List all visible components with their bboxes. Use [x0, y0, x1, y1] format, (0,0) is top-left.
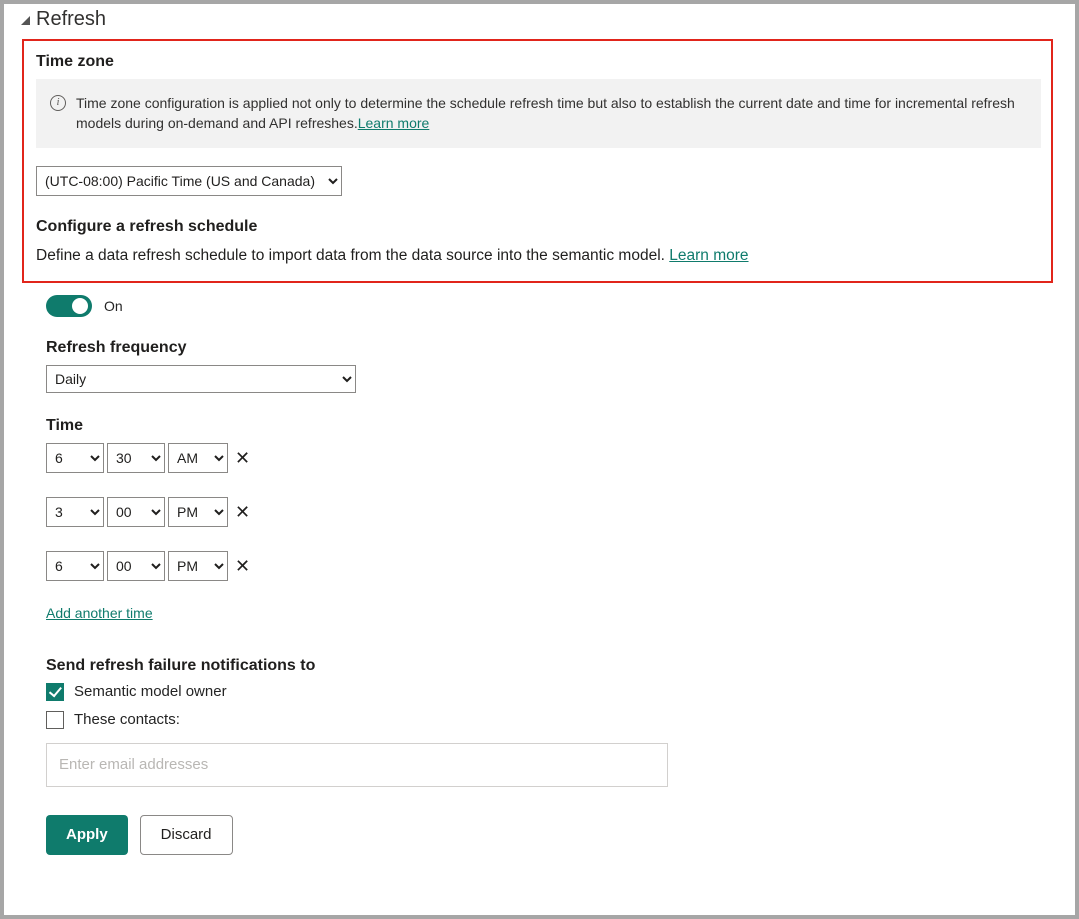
time-ampm-select[interactable]: PM [168, 497, 228, 527]
time-minute-select[interactable]: 00 [107, 551, 165, 581]
schedule-title: Configure a refresh schedule [36, 218, 1041, 236]
schedule-toggle-label: On [104, 298, 123, 314]
time-minute-select[interactable]: 00 [107, 497, 165, 527]
remove-time-icon[interactable]: ✕ [233, 503, 252, 521]
notify-owner-row: Semantic model owner [46, 683, 1053, 701]
contacts-email-input[interactable] [46, 743, 668, 787]
schedule-learn-more-link[interactable]: Learn more [669, 247, 748, 264]
notify-owner-label: Semantic model owner [74, 683, 227, 700]
time-row-2: 6 00 PM ✕ [46, 551, 1053, 581]
time-ampm-select[interactable]: PM [168, 551, 228, 581]
time-minute-select[interactable]: 30 [107, 443, 165, 473]
button-row: Apply Discard [46, 815, 1053, 855]
apply-button[interactable]: Apply [46, 815, 128, 855]
notify-contacts-row: These contacts: [46, 711, 1053, 729]
timezone-learn-more-link[interactable]: Learn more [358, 115, 430, 131]
notify-contacts-label: These contacts: [74, 711, 180, 728]
time-ampm-select[interactable]: AM [168, 443, 228, 473]
frequency-select[interactable]: Daily [46, 365, 356, 393]
discard-button[interactable]: Discard [140, 815, 233, 855]
info-icon: i [50, 95, 66, 111]
refresh-settings-panel: Refresh Time zone i Time zone configurat… [4, 4, 1075, 915]
collapse-icon [18, 13, 32, 27]
timezone-select[interactable]: (UTC-08:00) Pacific Time (US and Canada) [36, 166, 342, 196]
section-header[interactable]: Refresh [18, 8, 1053, 31]
highlighted-region: Time zone i Time zone configuration is a… [22, 39, 1053, 283]
add-time-link[interactable]: Add another time [46, 605, 153, 621]
time-hour-select[interactable]: 6 [46, 443, 104, 473]
frequency-title: Refresh frequency [46, 339, 1053, 357]
remove-time-icon[interactable]: ✕ [233, 557, 252, 575]
notify-owner-checkbox[interactable] [46, 683, 64, 701]
time-row-0: 6 30 AM ✕ [46, 443, 1053, 473]
time-row-1: 3 00 PM ✕ [46, 497, 1053, 527]
schedule-toggle[interactable] [46, 295, 92, 317]
timezone-info-bar: i Time zone configuration is applied not… [36, 79, 1041, 148]
timezone-title: Time zone [36, 53, 1041, 71]
section-title: Refresh [36, 8, 106, 31]
notify-title: Send refresh failure notifications to [46, 657, 1053, 675]
time-title: Time [46, 417, 1053, 435]
notify-contacts-checkbox[interactable] [46, 711, 64, 729]
settings-body: On Refresh frequency Daily Time 6 30 AM … [18, 295, 1053, 855]
schedule-toggle-row: On [46, 295, 1053, 317]
schedule-description: Define a data refresh schedule to import… [36, 244, 1041, 267]
timezone-info-text: Time zone configuration is applied not o… [76, 93, 1025, 134]
time-hour-select[interactable]: 3 [46, 497, 104, 527]
remove-time-icon[interactable]: ✕ [233, 449, 252, 467]
time-hour-select[interactable]: 6 [46, 551, 104, 581]
